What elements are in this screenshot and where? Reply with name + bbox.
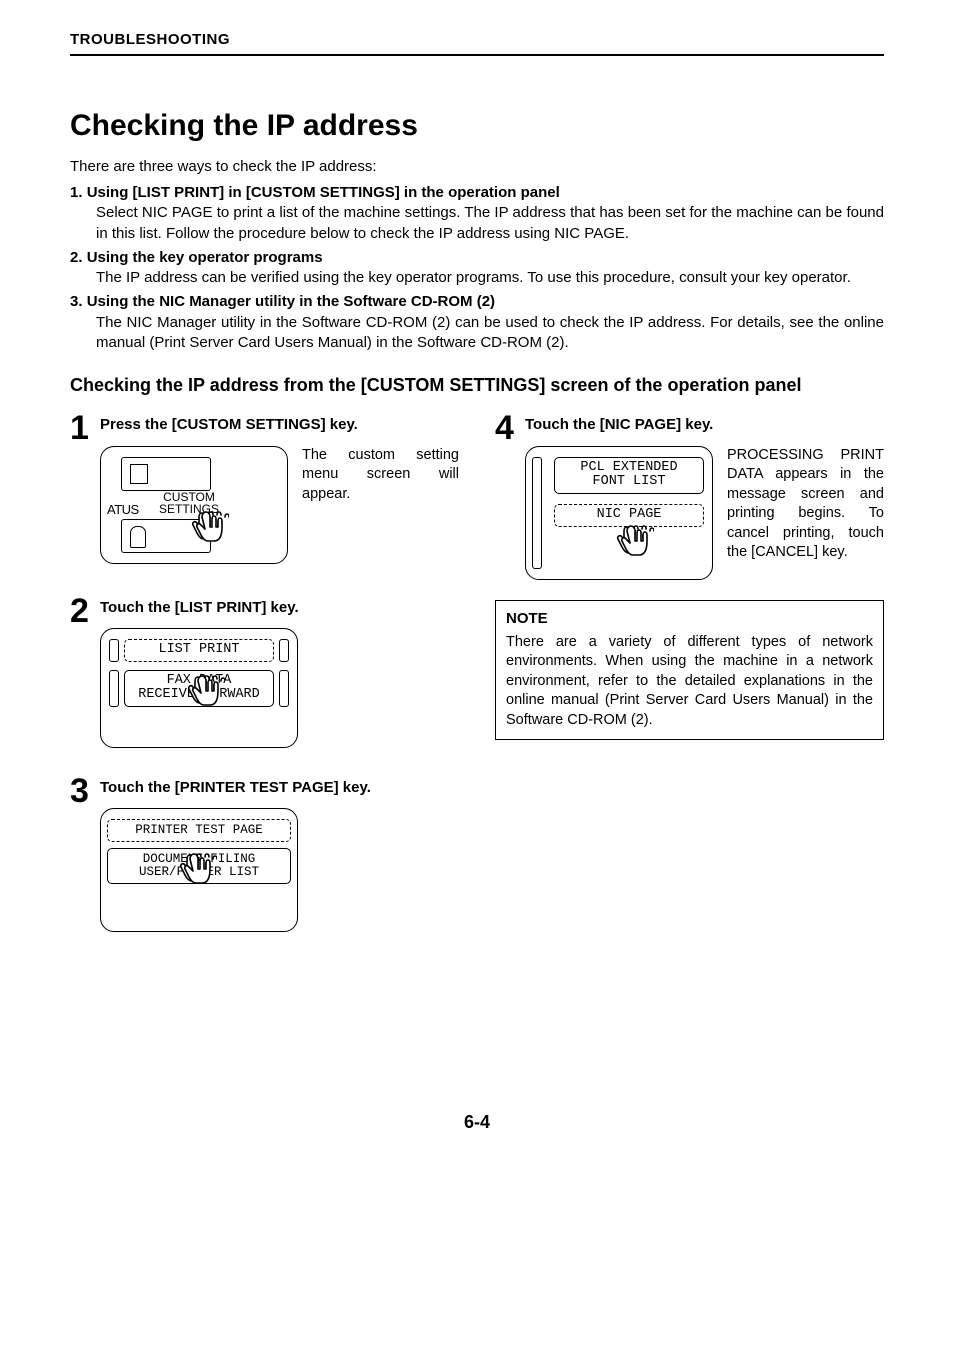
step-1-number: 1 bbox=[70, 411, 100, 563]
method-2-title: Using the key operator programs bbox=[87, 249, 323, 266]
intro-text: There are three ways to check the IP add… bbox=[70, 157, 884, 177]
step-3-title: Touch the [PRINTER TEST PAGE] key. bbox=[100, 774, 459, 798]
printer-test-page-button: PRINTER TEST PAGE bbox=[107, 819, 291, 842]
step-1-text: The custom setting menu screen will appe… bbox=[302, 446, 459, 505]
chapter-header: TROUBLESHOOTING bbox=[70, 30, 884, 56]
step-4-title: Touch the [NIC PAGE] key. bbox=[525, 411, 884, 435]
step-4-number: 4 bbox=[495, 411, 525, 579]
scrollbar-icon bbox=[109, 670, 119, 708]
step-1-title: Press the [CUSTOM SETTINGS] key. bbox=[100, 411, 459, 435]
step-2-title: Touch the [LIST PRINT] key. bbox=[100, 594, 459, 618]
method-3-title: Using the NIC Manager utility in the Sof… bbox=[87, 293, 495, 310]
step-3: 3 Touch the [PRINTER TEST PAGE] key. PRI… bbox=[70, 774, 459, 932]
note-title: NOTE bbox=[506, 609, 873, 629]
step-3-screen: PRINTER TEST PAGE DOCUMENT FILINGUSER/FO… bbox=[100, 808, 298, 932]
step-1: 1 Press the [CUSTOM SETTINGS] key. ATUS … bbox=[70, 411, 459, 563]
subheading: Checking the IP address from the [CUSTOM… bbox=[70, 373, 884, 397]
methods-list: Using [LIST PRINT] in [CUSTOM SETTINGS] … bbox=[70, 183, 884, 353]
step-1-screen: ATUS CUSTOMSETTINGS bbox=[100, 446, 288, 564]
method-2-body: The IP address can be verified using the… bbox=[96, 268, 884, 288]
hand-pointer-icon bbox=[189, 507, 229, 547]
step-4-text: PROCESSING PRINT DATA appears in the mes… bbox=[727, 446, 884, 563]
panel-button-top bbox=[121, 457, 211, 491]
method-1-title: Using [LIST PRINT] in [CUSTOM SETTINGS] … bbox=[87, 184, 560, 201]
hand-pointer-icon bbox=[185, 671, 225, 711]
scrollbar-icon bbox=[109, 639, 119, 662]
page-title: Checking the IP address bbox=[70, 106, 884, 147]
step-2: 2 Touch the [LIST PRINT] key. LIST PRINT… bbox=[70, 594, 459, 748]
step-4-screen: PCL EXTENDEDFONT LIST NIC PAGE bbox=[525, 446, 713, 580]
step-2-screen: LIST PRINT FAX DATARECEIVE/FORWARD bbox=[100, 628, 298, 748]
step-3-number: 3 bbox=[70, 774, 100, 932]
hand-pointer-icon bbox=[614, 521, 654, 561]
scrollbar-icon bbox=[279, 670, 289, 708]
note-body: There are a variety of different types o… bbox=[506, 633, 873, 731]
note-box: NOTE There are a variety of different ty… bbox=[495, 600, 884, 740]
list-print-button: LIST PRINT bbox=[124, 639, 274, 662]
page-number: 6-4 bbox=[70, 1110, 884, 1134]
method-1-body: Select NIC PAGE to print a list of the m… bbox=[96, 203, 884, 244]
scrollbar-icon bbox=[532, 457, 542, 569]
pcl-font-list-button: PCL EXTENDEDFONT LIST bbox=[554, 457, 704, 495]
hand-pointer-icon bbox=[177, 849, 217, 889]
method-3-body: The NIC Manager utility in the Software … bbox=[96, 313, 884, 354]
scrollbar-icon bbox=[279, 639, 289, 662]
step-2-number: 2 bbox=[70, 594, 100, 748]
step-4: 4 Touch the [NIC PAGE] key. PCL EXTENDED… bbox=[495, 411, 884, 579]
partial-label-atus: ATUS bbox=[107, 501, 139, 519]
